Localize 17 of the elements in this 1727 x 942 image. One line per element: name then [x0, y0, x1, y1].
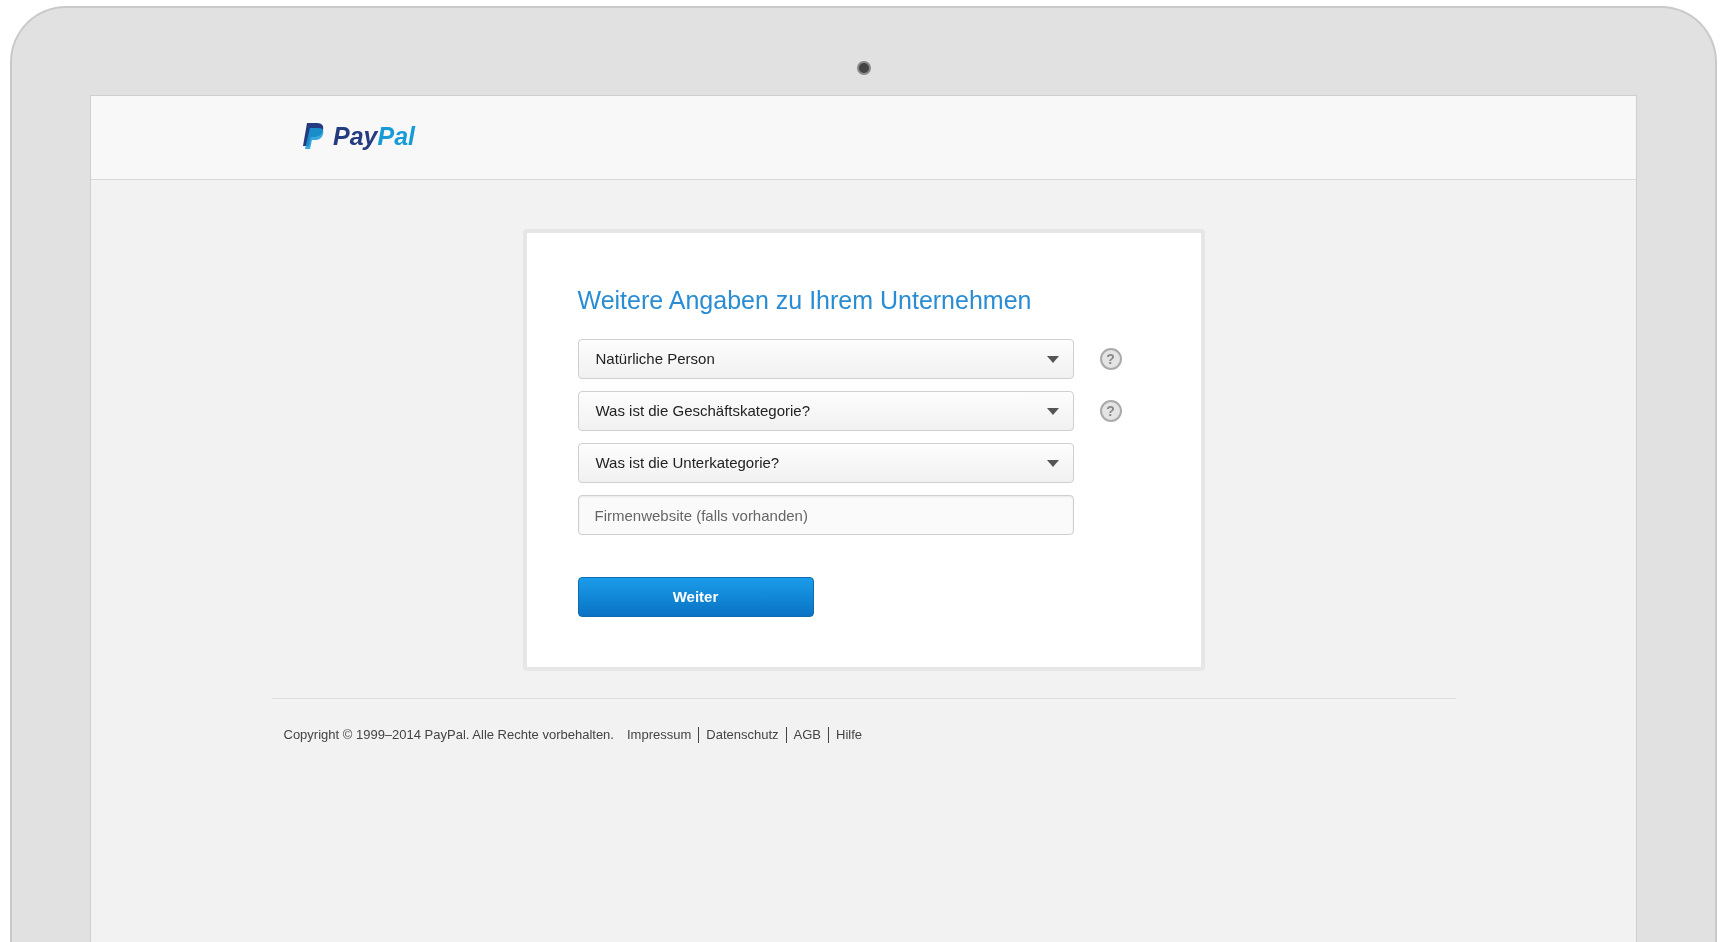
- dropdown[interactable]: Was ist die Unterkategorie?: [577, 443, 1074, 483]
- dropdown[interactable]: Was ist die Geschäftskategorie?: [577, 391, 1074, 431]
- footer-link[interactable]: Impressum: [619, 726, 699, 743]
- paypal-logo[interactable]: PayPal: [301, 118, 415, 156]
- input-field[interactable]: Firmenwebsite (falls vorhanden): [577, 495, 1074, 535]
- footer-link[interactable]: Hilfe: [828, 726, 869, 743]
- caret-icon: [1046, 407, 1059, 415]
- copyright-text: Copyright © 1999–2014 PayPal. Alle Rechte vorbehalten.: [283, 726, 614, 744]
- dropdown[interactable]: Natürliche Person: [577, 339, 1074, 379]
- caret-icon: [1046, 355, 1059, 363]
- caret-icon: [1046, 459, 1059, 467]
- footer-link[interactable]: AGB: [785, 726, 828, 743]
- form-title: Weitere Angaben zu Ihrem Unternehmen: [577, 285, 1033, 315]
- continue-button[interactable]: Weiter: [577, 577, 814, 617]
- camera-icon: [856, 61, 871, 75]
- logo-icon: [301, 121, 325, 152]
- footer-link[interactable]: Datenschutz: [698, 726, 786, 743]
